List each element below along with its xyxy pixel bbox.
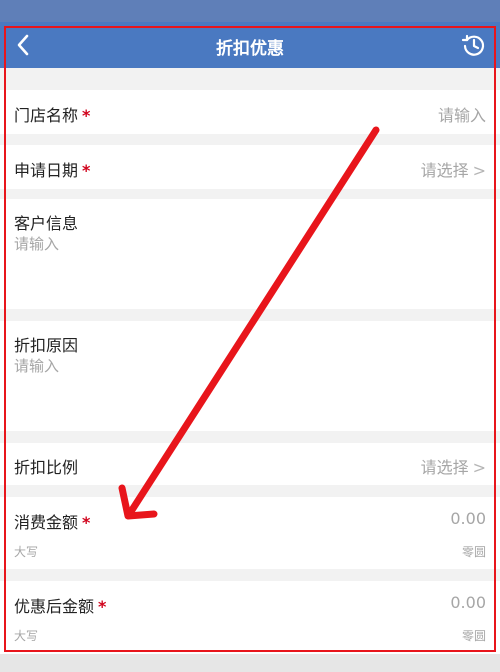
bottom-band: [0, 654, 500, 672]
spend-amount-input[interactable]: 0.00: [450, 509, 486, 528]
store-name-input[interactable]: 请输入: [438, 102, 486, 126]
after-discount-uppercase-value: 零圆: [461, 629, 486, 643]
spend-amount-field[interactable]: 消费金额 * 0.00 大写 零圆: [0, 497, 500, 569]
chevron-right-icon: >: [472, 161, 486, 180]
status-bar: [0, 0, 500, 22]
after-discount-amount-label: 优惠后金额 *: [14, 597, 107, 616]
app-header: 折扣优惠: [0, 22, 500, 68]
spend-amount-uppercase-label: 大写: [14, 545, 39, 559]
history-clock-icon[interactable]: [460, 32, 488, 60]
required-mark: *: [98, 597, 107, 616]
required-mark: *: [82, 513, 91, 532]
after-discount-uppercase-label: 大写: [14, 629, 39, 643]
discount-reason-field[interactable]: 折扣原因 请输入: [0, 321, 500, 431]
apply-date-label: 申请日期 *: [14, 161, 91, 180]
spend-amount-uppercase-value: 零圆: [461, 545, 486, 559]
page-title: 折扣优惠: [216, 39, 284, 59]
discount-ratio-picker[interactable]: 请选择 >: [421, 454, 486, 478]
apply-date-picker[interactable]: 请选择 >: [421, 157, 486, 181]
customer-info-textarea[interactable]: 请输入: [14, 233, 59, 254]
spend-amount-label: 消费金额 *: [14, 513, 91, 532]
discount-reason-textarea[interactable]: 请输入: [14, 355, 59, 376]
after-discount-amount-field[interactable]: 优惠后金额 * 0.00 大写 零圆: [0, 581, 500, 654]
discount-ratio-field[interactable]: 折扣比例 请选择 >: [0, 443, 500, 485]
store-name-label: 门店名称 *: [14, 106, 91, 125]
after-discount-amount-input[interactable]: 0.00: [450, 593, 486, 612]
discount-ratio-label: 折扣比例: [14, 458, 79, 477]
store-name-field[interactable]: 门店名称 * 请输入: [0, 90, 500, 134]
chevron-right-icon: >: [472, 458, 486, 477]
apply-date-field[interactable]: 申请日期 * 请选择 >: [0, 145, 500, 189]
required-mark: *: [82, 161, 91, 180]
discount-reason-label: 折扣原因: [14, 336, 79, 355]
required-mark: *: [82, 106, 91, 125]
customer-info-field[interactable]: 客户信息 请输入: [0, 199, 500, 309]
customer-info-label: 客户信息: [14, 214, 79, 233]
